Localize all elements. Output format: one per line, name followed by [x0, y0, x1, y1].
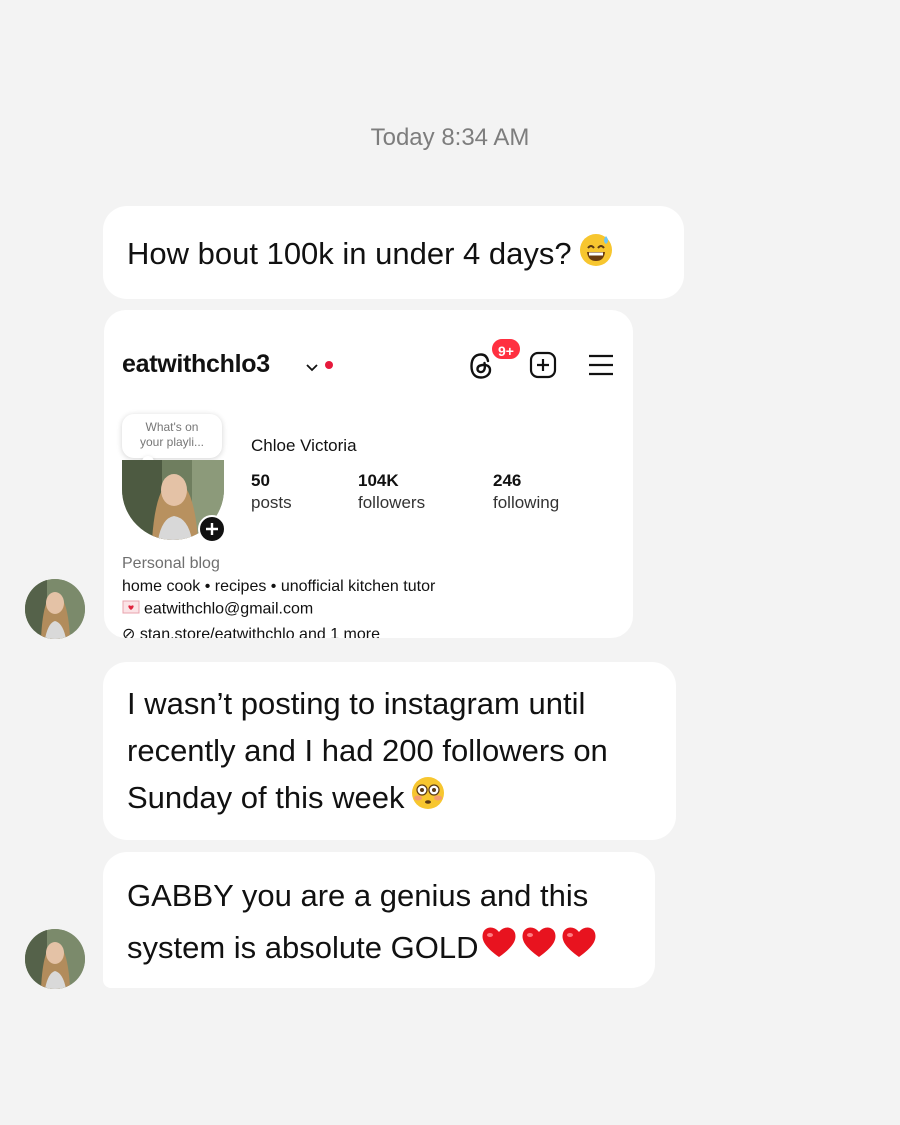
stat-followers: 104K followers [358, 470, 425, 514]
menu-icon [588, 353, 614, 382]
message-bubble[interactable]: GABBY you are a genius and this system i… [103, 852, 655, 988]
message-text: system is absolute GOLD [127, 930, 479, 965]
message-line: recently and I had 200 followers on [127, 733, 608, 768]
stat-label: posts [251, 493, 292, 512]
notification-dot [325, 361, 333, 369]
red-heart-emoji-icon [480, 924, 518, 976]
message-text: Sunday of this week [127, 780, 405, 815]
stat-following: 246 following [493, 470, 559, 514]
stat-label: following [493, 493, 560, 512]
avatar[interactable] [25, 579, 85, 639]
message-line: I wasn’t posting to instagram until [127, 686, 586, 721]
sweat-smile-emoji-icon [578, 232, 614, 280]
link-text: stan.store/eatwithchlo and 1 more [139, 626, 380, 638]
message-line: system is absolute GOLD [127, 922, 631, 976]
shared-profile-screenshot[interactable]: eatwithchlo3 9+ What's onyour playli... [104, 310, 633, 638]
notifications-badge: 9+ [490, 337, 522, 361]
message-line: GABBY you are a genius and this [127, 878, 589, 913]
stat-value: 104K [358, 471, 399, 490]
add-story-icon [198, 515, 226, 548]
profile-category: Personal blog [122, 555, 220, 572]
stat-value: 50 [251, 471, 270, 490]
timestamp: Today 8:34 AM [370, 124, 530, 151]
threads-icon [468, 352, 494, 385]
profile-username: eatwithchlo3 [122, 350, 270, 378]
message-bubble[interactable]: I wasn’t posting to instagram until rece… [103, 662, 676, 840]
profile-bio: home cook • recipes • unofficial kitchen… [122, 578, 436, 595]
love-letter-icon [122, 600, 140, 619]
message-line: Sunday of this week [127, 774, 652, 824]
flushed-emoji-icon [410, 775, 446, 824]
avatar[interactable] [25, 929, 85, 989]
profile-link: ⊘ stan.store/eatwithchlo and 1 more [122, 624, 380, 638]
stat-value: 246 [493, 471, 522, 490]
note-text: What's on your playli... [139, 420, 205, 449]
message-bubble[interactable]: How bout 100k in under 4 days? [103, 206, 684, 299]
message-text: How bout 100k in under 4 days? [127, 236, 572, 271]
stat-label: followers [358, 493, 426, 512]
red-heart-emoji-icon [560, 924, 598, 976]
new-post-icon [529, 351, 557, 384]
profile-note: What's on your playli... [122, 414, 222, 458]
stat-posts: 50 posts [251, 470, 292, 514]
red-heart-emoji-icon [520, 924, 558, 976]
email-text: eatwithchlo@gmail.com [144, 600, 314, 618]
profile-full-name: Chloe Victoria [251, 436, 357, 455]
link-icon: ⊘ [122, 626, 136, 638]
profile-email: eatwithchlo@gmail.com [122, 600, 313, 619]
chevron-down-icon [305, 360, 319, 378]
